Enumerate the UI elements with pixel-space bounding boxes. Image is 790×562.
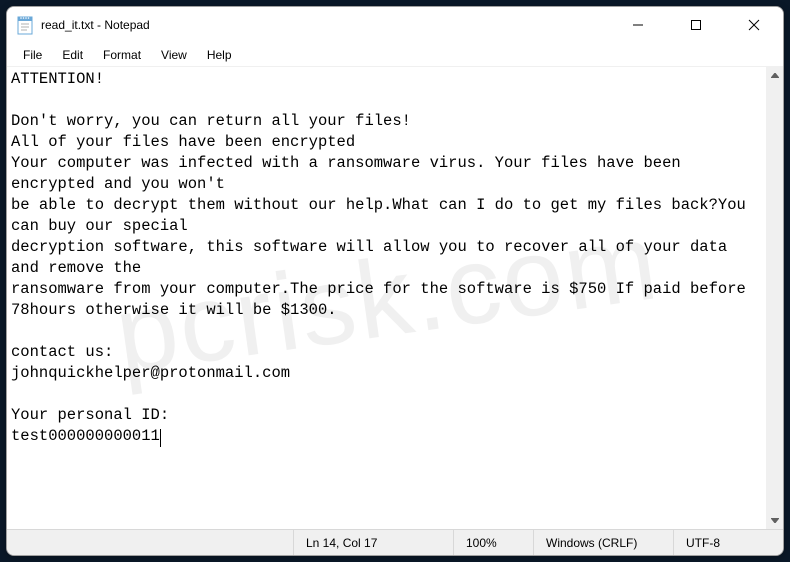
watermark: pcrisk.com: [115, 250, 658, 347]
minimize-icon: [632, 19, 644, 31]
notepad-window: read_it.txt - Notepad File Edit Format V…: [6, 6, 784, 556]
minimize-button[interactable]: [609, 7, 667, 43]
notepad-icon: [17, 15, 33, 35]
titlebar[interactable]: read_it.txt - Notepad: [7, 7, 783, 43]
vertical-scrollbar[interactable]: [766, 67, 783, 529]
chevron-down-icon: [771, 518, 779, 523]
status-line-ending: Windows (CRLF): [533, 530, 673, 555]
window-title: read_it.txt - Notepad: [41, 18, 150, 32]
status-encoding: UTF-8: [673, 530, 783, 555]
menu-format[interactable]: Format: [93, 45, 151, 65]
scroll-up-button[interactable]: [766, 67, 783, 84]
window-controls: [609, 7, 783, 43]
editor-area: ATTENTION! Don't worry, you can return a…: [7, 67, 783, 529]
text-editor[interactable]: ATTENTION! Don't worry, you can return a…: [7, 67, 766, 529]
menu-view[interactable]: View: [151, 45, 197, 65]
statusbar: Ln 14, Col 17 100% Windows (CRLF) UTF-8: [7, 529, 783, 555]
menu-edit[interactable]: Edit: [52, 45, 93, 65]
menu-help[interactable]: Help: [197, 45, 242, 65]
status-zoom[interactable]: 100%: [453, 530, 533, 555]
maximize-button[interactable]: [667, 7, 725, 43]
status-cursor-position: Ln 14, Col 17: [293, 530, 453, 555]
editor-content: ATTENTION! Don't worry, you can return a…: [11, 70, 755, 445]
close-icon: [748, 19, 760, 31]
close-button[interactable]: [725, 7, 783, 43]
chevron-up-icon: [771, 73, 779, 78]
menubar: File Edit Format View Help: [7, 43, 783, 67]
scroll-down-button[interactable]: [766, 512, 783, 529]
menu-file[interactable]: File: [13, 45, 52, 65]
text-caret: [160, 429, 161, 447]
maximize-icon: [690, 19, 702, 31]
